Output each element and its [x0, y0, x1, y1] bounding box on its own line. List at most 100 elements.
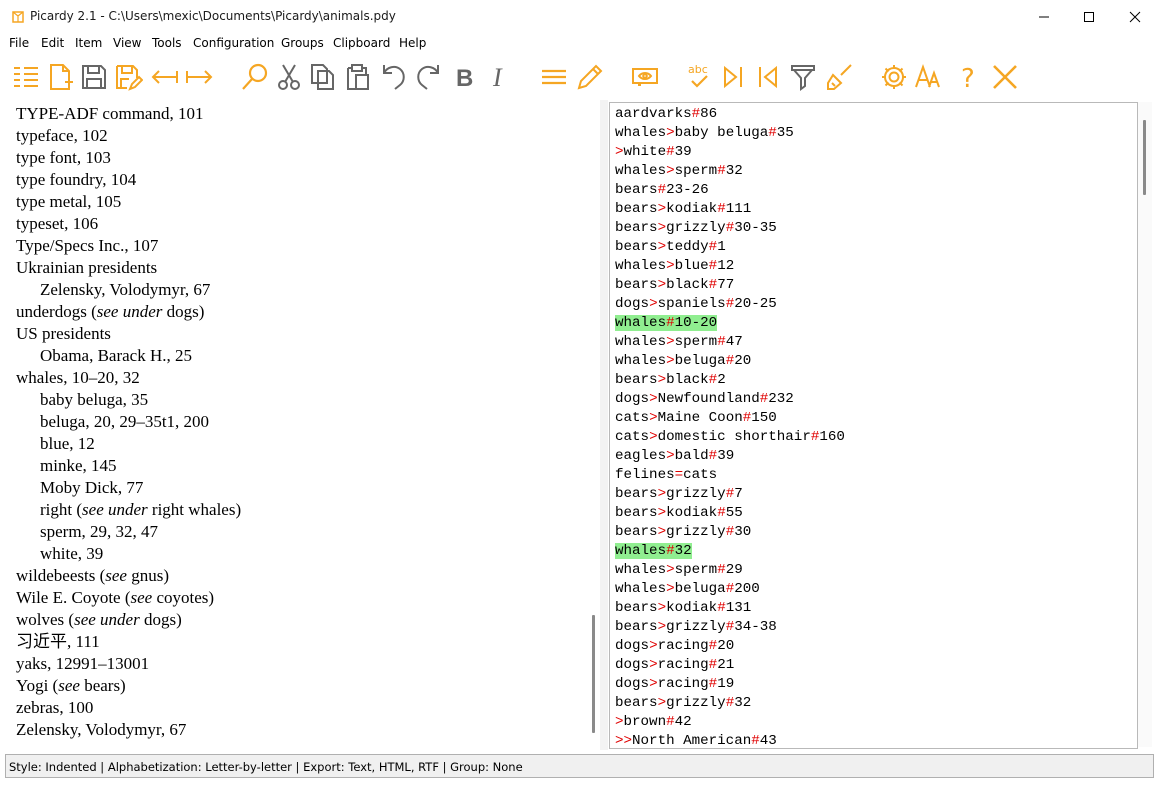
index-line-text: type metal, 105: [16, 192, 122, 211]
font-size-button[interactable]: [911, 56, 945, 98]
close-window-icon: [1129, 11, 1141, 23]
toolbar: B I abc ?: [0, 56, 1160, 98]
index-line: whales, 10–20, 32: [16, 367, 140, 389]
svg-text:?: ?: [961, 64, 975, 92]
source-line: aardvarks#86: [615, 105, 717, 124]
index-line: zebras, 100: [16, 697, 93, 719]
source-line-text: bears#23-26: [615, 182, 709, 198]
paste-button[interactable]: [340, 56, 374, 98]
italic-button[interactable]: I: [482, 56, 516, 98]
entry-editor[interactable]: aardvarks#86 whales>baby beluga#35 >white#…: [609, 102, 1138, 749]
source-line-text: dogs>racing#19: [615, 676, 735, 692]
index-line: typeset, 106: [16, 213, 98, 235]
undo-button[interactable]: [377, 56, 411, 98]
source-line-text: dogs>racing#21: [615, 657, 735, 673]
search-button[interactable]: [238, 56, 272, 98]
index-line-text: Ukrainian presidents: [16, 258, 158, 277]
preview-button[interactable]: [628, 56, 662, 98]
source-line-text: >>North American#43: [615, 733, 777, 749]
minimize-button[interactable]: [1021, 0, 1067, 34]
editor-scrollbar-thumb[interactable]: [1143, 120, 1146, 195]
source-line-text: dogs>racing#20: [615, 638, 735, 654]
menu-groups[interactable]: Groups: [281, 36, 324, 50]
maximize-button[interactable]: [1066, 0, 1112, 34]
close-button[interactable]: [988, 56, 1022, 98]
title-bar: Picardy 2.1 - C:\Users\mexic\Documents\P…: [0, 0, 1160, 34]
source-line: bears>grizzly#32: [615, 694, 751, 713]
bold-button[interactable]: B: [447, 56, 481, 98]
source-line-text: whales>sperm#32: [615, 163, 743, 179]
index-line-text: TYPE-ADF command, 101: [16, 104, 204, 123]
index-line-text: gnus): [126, 566, 169, 585]
settings-icon: [882, 65, 906, 89]
index-line: Zelensky, Volodymyr, 67: [16, 719, 186, 741]
index-line: Type/Specs Inc., 107: [16, 235, 158, 257]
previous-button[interactable]: [751, 56, 785, 98]
index-line: typeface, 102: [16, 125, 108, 147]
swap-left-icon: [151, 70, 178, 84]
swap-right-button[interactable]: [182, 56, 216, 98]
index-preview-pane[interactable]: TYPE-ADF command, 101 typeface, 102 type f…: [4, 100, 588, 750]
help-button[interactable]: ?: [951, 56, 985, 98]
edit-button[interactable]: [573, 56, 607, 98]
index-line-text: zebras, 100: [16, 698, 94, 717]
menu-view[interactable]: View: [113, 36, 141, 50]
preview-icon: [632, 68, 658, 86]
index-line-text: dogs): [139, 610, 182, 629]
index-line-text: Obama, Barack H., 25: [40, 346, 193, 365]
filter-button[interactable]: [786, 56, 820, 98]
swap-left-button[interactable]: [148, 56, 182, 98]
index-line: blue, 12: [40, 433, 95, 455]
close-window-button[interactable]: [1112, 0, 1158, 34]
redo-button[interactable]: [411, 56, 445, 98]
source-line: dogs>Newfoundland#232: [615, 390, 794, 409]
menu-tools[interactable]: Tools: [152, 36, 182, 50]
menu-help[interactable]: Help: [399, 36, 426, 50]
source-line: >>North American#43: [615, 732, 777, 749]
pane-splitter[interactable]: [600, 100, 608, 750]
source-line: whales#10-20: [615, 314, 718, 333]
index-line: baby beluga, 35: [40, 389, 148, 411]
source-line: bears>kodiak#111: [615, 200, 751, 219]
copy-button[interactable]: [306, 56, 340, 98]
clear-button[interactable]: [822, 56, 856, 98]
cut-button[interactable]: [272, 56, 306, 98]
menu-item[interactable]: Item: [75, 36, 102, 50]
source-line: whales>baby beluga#35: [615, 124, 794, 143]
source-line: dogs>racing#21: [615, 656, 734, 675]
lines-button[interactable]: [537, 56, 571, 98]
menu-configuration[interactable]: Configuration: [193, 36, 274, 50]
svg-text:I: I: [492, 63, 503, 92]
outline-button[interactable]: [9, 56, 43, 98]
source-line-text: dogs>Newfoundland#232: [615, 391, 794, 407]
source-line-text: eagles>bald#39: [615, 448, 735, 464]
next-icon: [724, 65, 742, 89]
index-line-text: wolves (: [16, 610, 75, 629]
minimize-icon: [1039, 16, 1049, 18]
menu-file[interactable]: File: [9, 36, 29, 50]
save-as-button[interactable]: [111, 56, 145, 98]
index-line: white, 39: [40, 543, 103, 565]
menu-edit[interactable]: Edit: [41, 36, 64, 50]
source-line-text: bears>kodiak#55: [615, 505, 743, 521]
index-line-text: beluga, 20, 29–35t1, 200: [40, 412, 210, 431]
status-text: Style: Indented | Alphabetization: Lette…: [9, 760, 523, 774]
next-button[interactable]: [716, 56, 750, 98]
menu-clipboard[interactable]: Clipboard: [333, 36, 390, 50]
source-line-text: whales>baby beluga#35: [615, 125, 794, 141]
source-line: bears>black#2: [615, 371, 726, 390]
index-line-text: white, 39: [40, 544, 104, 563]
index-line: Yogi (see bears): [16, 675, 126, 697]
source-line-text: bears>teddy#1: [615, 239, 726, 255]
settings-button[interactable]: [877, 56, 911, 98]
editor-scrollbar[interactable]: [1138, 102, 1152, 747]
source-line: >white#39: [615, 143, 692, 162]
source-line-text: whales>sperm#29: [615, 562, 743, 578]
source-line: dogs>racing#19: [615, 675, 734, 694]
spellcheck-button[interactable]: abc: [682, 56, 716, 98]
index-line-text: typeset, 106: [16, 214, 99, 233]
save-button[interactable]: [77, 56, 111, 98]
source-line: whales>sperm#32: [615, 162, 743, 181]
new-file-button[interactable]: [43, 56, 77, 98]
index-scrollbar[interactable]: [592, 615, 595, 733]
